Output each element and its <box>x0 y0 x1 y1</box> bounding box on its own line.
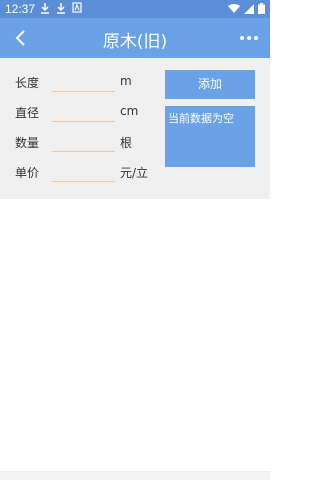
data-list-panel: 当前数据为空 <box>165 106 255 167</box>
diameter-row: 直径 cm <box>0 100 160 124</box>
unit-price-input[interactable] <box>52 160 115 182</box>
empty-data-text: 当前数据为空 <box>168 112 234 125</box>
app-icon <box>72 2 82 18</box>
quantity-label: 数量 <box>15 136 40 150</box>
diameter-input[interactable] <box>52 100 115 122</box>
more-options-icon[interactable] <box>238 29 260 47</box>
add-button[interactable]: 添加 <box>165 70 255 99</box>
quantity-row: 数量 根 <box>0 130 160 154</box>
quantity-unit: 根 <box>120 136 133 150</box>
length-unit: m <box>120 74 132 88</box>
quantity-input[interactable] <box>52 130 115 152</box>
unit-price-unit: 元/立 <box>120 166 149 180</box>
page-title: 原木(旧) <box>102 32 168 52</box>
status-time: 12:37 <box>5 2 36 16</box>
length-input[interactable] <box>52 70 115 92</box>
length-label: 长度 <box>15 76 40 90</box>
battery-icon <box>258 3 265 17</box>
signal-icon <box>244 3 254 17</box>
download-icon <box>56 2 66 19</box>
length-row: 长度 m <box>0 70 160 94</box>
diameter-label: 直径 <box>15 106 40 120</box>
diameter-unit: cm <box>120 104 139 118</box>
app-bar: 原木(旧) <box>0 18 270 58</box>
unit-price-row: 单价 元/立 <box>0 160 160 184</box>
bottom-divider <box>0 471 270 480</box>
wifi-icon <box>228 3 240 17</box>
download-icon <box>40 2 50 19</box>
status-bar: 12:37 <box>0 0 270 18</box>
unit-price-label: 单价 <box>15 166 40 180</box>
